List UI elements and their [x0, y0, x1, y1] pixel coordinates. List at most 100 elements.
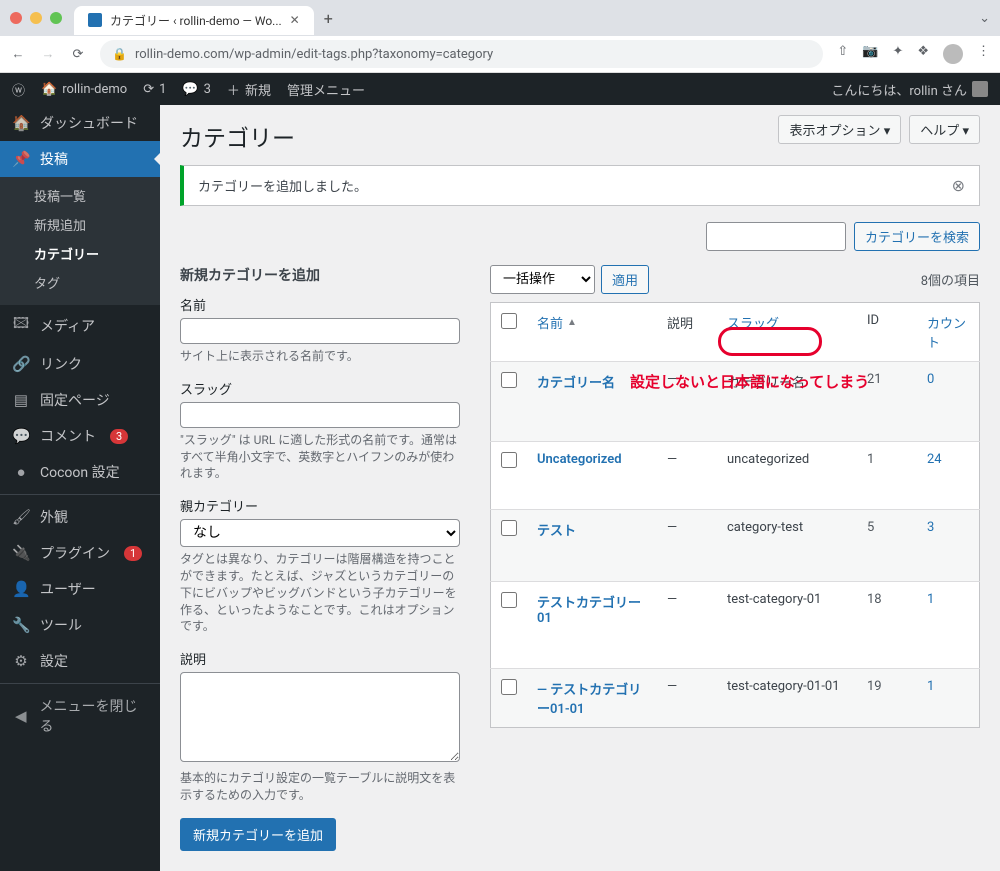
share-icon[interactable]: ⇧ — [837, 44, 848, 64]
sidebar-separator-2 — [0, 683, 160, 684]
wp-logo-icon[interactable]: ⓦ — [12, 80, 25, 99]
collapse-menu[interactable]: ◀メニューを閉じる — [0, 688, 160, 744]
url-bar[interactable]: 🔒 rollin-demo.com/wp-admin/edit-tags.php… — [100, 40, 823, 68]
sidebar-item-cocoon[interactable]: ●Cocoon 設定 — [0, 454, 160, 490]
sidebar-item-pages[interactable]: ▤固定ページ — [0, 382, 160, 418]
row-checkbox[interactable] — [501, 452, 517, 468]
browser-actions: ⇧ 📷 ✦ ❖ ⋮ — [837, 44, 990, 64]
item-count: 8個の項目 — [921, 270, 980, 289]
sidebar-item-dashboard[interactable]: 🏠ダッシュボード — [0, 105, 160, 141]
row-checkbox[interactable] — [501, 372, 517, 388]
menu-icon[interactable]: ⋮ — [977, 44, 990, 64]
forward-button[interactable]: → — [40, 46, 56, 62]
favicon-icon — [88, 13, 102, 27]
extension-icon-2[interactable]: ❖ — [917, 44, 929, 64]
maximize-window-icon[interactable] — [50, 12, 62, 24]
post-count-link[interactable]: 1 — [927, 592, 934, 607]
row-slug: test-category-01 — [717, 582, 857, 669]
profile-icon[interactable] — [943, 44, 963, 64]
sidebar-item-comments[interactable]: 💬コメント3 — [0, 418, 160, 454]
sidebar-item-media[interactable]: 🖾メディア — [0, 305, 160, 346]
row-checkbox[interactable] — [501, 679, 517, 695]
post-count-link[interactable]: 1 — [927, 679, 934, 694]
category-name-link[interactable]: Uncategorized — [537, 452, 622, 467]
post-count-link[interactable]: 3 — [927, 520, 934, 535]
camera-icon[interactable]: 📷 — [862, 44, 878, 64]
pin-icon: 📌 — [12, 150, 30, 168]
category-name-link[interactable]: — テストカテゴリー01-01 — [537, 683, 641, 717]
submenu-all-posts[interactable]: 投稿一覧 — [0, 181, 160, 210]
sidebar-item-links[interactable]: 🔗リンク — [0, 346, 160, 382]
col-name[interactable]: 名前 ▲ — [537, 313, 647, 332]
window-controls[interactable] — [10, 12, 62, 24]
sidebar-item-settings[interactable]: ⚙設定 — [0, 643, 160, 679]
post-count-link[interactable]: 24 — [927, 452, 942, 467]
category-name-link[interactable]: テスト — [537, 524, 576, 539]
row-desc: — — [657, 582, 717, 669]
plugin-count-badge: 1 — [124, 546, 142, 561]
category-name-link[interactable]: カテゴリー名 — [537, 376, 615, 391]
back-button[interactable]: ← — [10, 46, 26, 62]
table-row: テスト—category-test53 — [491, 510, 980, 582]
link-icon: 🔗 — [12, 355, 30, 373]
table-row: テストカテゴリー01—test-category-01181 — [491, 582, 980, 669]
admin-sidebar: 🏠ダッシュボード 📌投稿 投稿一覧 新規追加 カテゴリー タグ 🖾メディア 🔗リ… — [0, 105, 160, 871]
col-posts[interactable]: カウント — [927, 313, 969, 351]
search-input[interactable] — [706, 222, 846, 251]
sidebar-submenu-posts: 投稿一覧 新規追加 カテゴリー タグ — [0, 177, 160, 305]
reload-button[interactable]: ⟳ — [70, 46, 86, 62]
site-link[interactable]: 🏠 rollin-demo — [41, 82, 127, 97]
sidebar-item-appearance[interactable]: 🖌外観 — [0, 499, 160, 535]
submit-button[interactable]: 新規カテゴリーを追加 — [180, 818, 336, 851]
comments-link[interactable]: 💬 3 — [182, 82, 211, 97]
new-content-link[interactable]: ＋ 新規 — [227, 80, 271, 99]
chevron-down-icon[interactable]: ⌄ — [979, 11, 990, 26]
post-count-link[interactable]: 0 — [927, 372, 934, 387]
dismiss-notice-button[interactable]: ⊗ — [952, 176, 965, 195]
new-tab-button[interactable]: + — [324, 9, 333, 28]
parent-select[interactable]: なし — [180, 519, 460, 547]
collapse-icon: ◀ — [12, 707, 29, 725]
row-desc: — — [657, 442, 717, 510]
desc-label: 説明 — [180, 649, 460, 668]
slug-input[interactable] — [180, 402, 460, 428]
submenu-categories[interactable]: カテゴリー — [0, 239, 160, 268]
bulk-action-select[interactable]: 一括操作 — [490, 265, 595, 294]
name-help: サイト上に表示される名前です。 — [180, 348, 460, 365]
sidebar-separator — [0, 494, 160, 495]
col-desc: 説明 — [657, 303, 717, 362]
row-desc: — — [657, 510, 717, 582]
plugin-icon: 🔌 — [12, 544, 30, 562]
user-icon: 👤 — [12, 580, 30, 598]
sidebar-item-plugins[interactable]: 🔌プラグイン1 — [0, 535, 160, 571]
submenu-tags[interactable]: タグ — [0, 268, 160, 297]
screen-options-button[interactable]: 表示オプション ▾ — [778, 115, 901, 144]
sidebar-item-users[interactable]: 👤ユーザー — [0, 571, 160, 607]
category-name-link[interactable]: テストカテゴリー01 — [537, 596, 641, 626]
help-button[interactable]: ヘルプ ▾ — [909, 115, 980, 144]
sidebar-item-posts[interactable]: 📌投稿 — [0, 141, 160, 177]
submenu-new-post[interactable]: 新規追加 — [0, 210, 160, 239]
name-input[interactable] — [180, 318, 460, 344]
extension-icon[interactable]: ✦ — [892, 44, 903, 64]
browser-tab[interactable]: カテゴリー ‹ rollin-demo — Wo... ✕ — [74, 6, 314, 35]
select-all-checkbox[interactable] — [501, 313, 517, 329]
browser-chrome: カテゴリー ‹ rollin-demo — Wo... ✕ + ⌄ ← → ⟳ … — [0, 0, 1000, 73]
row-checkbox[interactable] — [501, 520, 517, 536]
media-icon: 🖾 — [12, 313, 30, 338]
close-tab-icon[interactable]: ✕ — [290, 13, 300, 27]
close-window-icon[interactable] — [10, 12, 22, 24]
minimize-window-icon[interactable] — [30, 12, 42, 24]
greeting[interactable]: こんにちは、rollin さん — [831, 80, 988, 99]
row-checkbox[interactable] — [501, 592, 517, 608]
search-button[interactable]: カテゴリーを検索 — [854, 222, 980, 251]
row-desc: — — [657, 669, 717, 728]
notice-text: カテゴリーを追加しました。 — [198, 176, 367, 195]
updates-link[interactable]: ⟳ 1 — [143, 82, 166, 97]
form-heading: 新規カテゴリーを追加 — [180, 265, 460, 285]
sidebar-item-tools[interactable]: 🔧ツール — [0, 607, 160, 643]
admin-menu-link[interactable]: 管理メニュー — [287, 80, 365, 99]
search-row: カテゴリーを検索 — [180, 222, 980, 251]
desc-textarea[interactable] — [180, 672, 460, 762]
apply-button[interactable]: 適用 — [601, 265, 649, 294]
